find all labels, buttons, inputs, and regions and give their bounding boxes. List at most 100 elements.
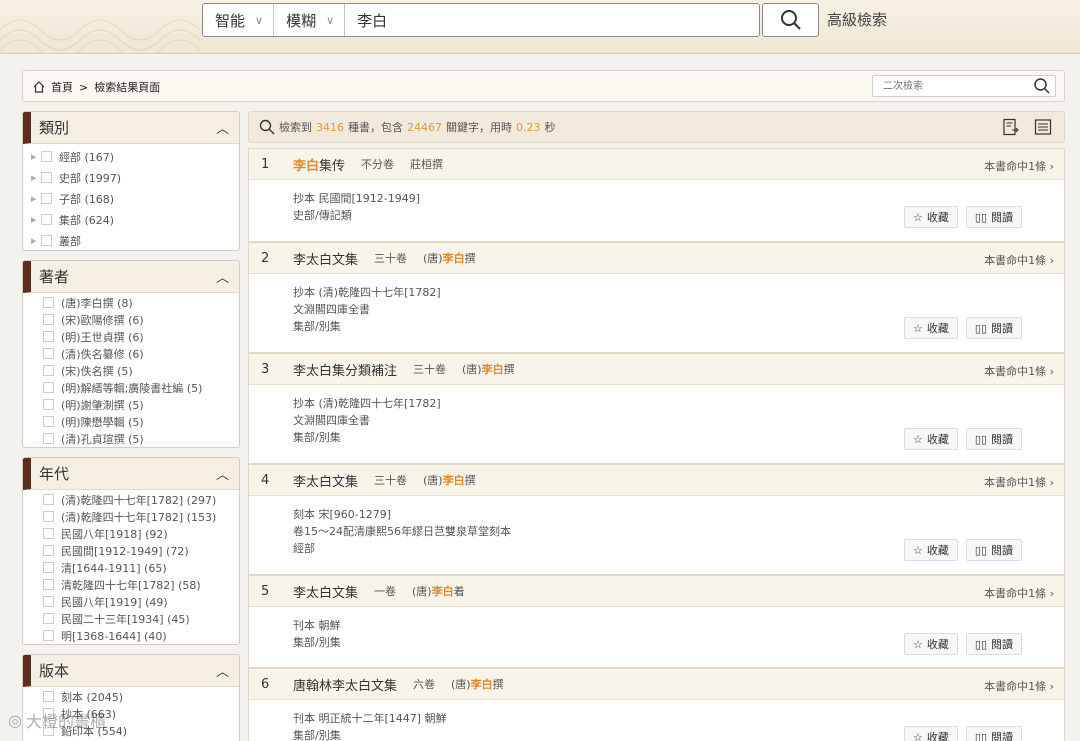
facet-item[interactable]: 刻本 (2045) (23, 688, 239, 705)
result-hits-link[interactable]: 本書命中1條 › (984, 678, 1054, 694)
result-title[interactable]: 李太白文集 (293, 582, 358, 601)
export-icon[interactable] (1002, 118, 1020, 136)
facet-item[interactable]: (清)乾隆四十七年[1782] (297) (23, 491, 239, 508)
checkbox[interactable] (43, 613, 54, 624)
checkbox[interactable] (43, 511, 54, 522)
checkbox[interactable] (43, 630, 54, 641)
facet-item[interactable]: (明)解縉等輯;廣陵書社編 (5) (23, 379, 239, 396)
facet-item[interactable]: ▶ 子部 (168) (23, 190, 239, 207)
watermark: ◎ 大橙的書櫃 (8, 708, 106, 732)
match-mode-select[interactable]: 模糊 ∨ (274, 4, 346, 36)
checkbox[interactable] (43, 528, 54, 539)
facet-item[interactable]: 民國八年[1919] (49) (23, 593, 239, 610)
checkbox[interactable] (43, 562, 54, 573)
facet-item[interactable]: 民國間[1912-1949] (72) (23, 542, 239, 559)
result-hits-link[interactable]: 本書命中1條 › (984, 252, 1054, 268)
checkbox[interactable] (43, 365, 54, 376)
chevron-up-icon[interactable]: ︿ (216, 267, 229, 286)
checkbox[interactable] (43, 331, 54, 342)
facet-item[interactable]: (宋)歐陽修撰 (6) (23, 311, 239, 328)
facet-item[interactable]: (唐)李白撰 (8) (23, 294, 239, 311)
collect-button[interactable]: ☆ 收藏 (904, 206, 958, 228)
read-button[interactable]: ▯▯ 閱讀 (965, 317, 1022, 339)
edition-panel-header[interactable]: 版本 ︿ (23, 655, 239, 687)
expand-arrow-icon[interactable]: ▶ (31, 153, 41, 161)
facet-item[interactable]: (清)乾隆四十七年[1782] (153) (23, 508, 239, 525)
checkbox[interactable] (41, 235, 52, 246)
facet-item[interactable]: 民國二十三年[1934] (45) (23, 610, 239, 627)
book-count: 3416 (316, 120, 344, 134)
result-hits-link[interactable]: 本書命中1條 › (984, 585, 1054, 601)
search-button[interactable] (762, 3, 819, 37)
expand-arrow-icon[interactable]: ▶ (31, 216, 41, 224)
checkbox[interactable] (41, 151, 52, 162)
checkbox[interactable] (41, 172, 52, 183)
facet-item[interactable]: (清)佚名纂修 (6) (23, 345, 239, 362)
chevron-up-icon[interactable]: ︿ (216, 464, 229, 483)
facet-item[interactable]: ▶ 經部 (167) (23, 148, 239, 165)
checkbox[interactable] (41, 193, 52, 204)
facet-item[interactable]: 明[1368-1644] (40) (23, 627, 239, 644)
search-mode-select[interactable]: 智能 ∨ (203, 4, 275, 36)
facet-item[interactable]: ▶ 叢部 (23, 232, 239, 249)
collect-button[interactable]: ☆ 收藏 (904, 317, 958, 339)
facet-item[interactable]: (清)孔貞瑄撰 (5) (23, 430, 239, 447)
checkbox[interactable] (43, 596, 54, 607)
result-title[interactable]: 李太白文集 (293, 249, 358, 268)
collect-button[interactable]: ☆ 收藏 (904, 428, 958, 450)
result-title[interactable]: 李太白集分類補注 (293, 360, 397, 379)
expand-arrow-icon[interactable]: ▶ (31, 174, 41, 182)
result-meta-line: 抄本 民國間[1912-1949] (293, 192, 421, 205)
result-hits-link[interactable]: 本書命中1條 › (984, 158, 1054, 174)
result-title[interactable]: 李白集传 (293, 155, 345, 174)
checkbox[interactable] (43, 416, 54, 427)
facet-item[interactable]: ▶ 史部 (1997) (23, 169, 239, 186)
collect-button[interactable]: ☆ 收藏 (904, 539, 958, 561)
checkbox[interactable] (43, 348, 54, 359)
facet-item[interactable]: (明)陳懋學輯 (5) (23, 413, 239, 430)
secondary-search-input[interactable] (873, 76, 1023, 96)
advanced-search-link[interactable]: 高級檢索 (827, 9, 887, 30)
breadcrumb-home[interactable]: 首頁 (51, 79, 73, 95)
checkbox[interactable] (43, 545, 54, 556)
checkbox[interactable] (43, 399, 54, 410)
era-panel-header[interactable]: 年代 ︿ (23, 458, 239, 490)
checkbox[interactable] (43, 297, 54, 308)
checkbox[interactable] (43, 494, 54, 505)
read-button[interactable]: ▯▯ 閱讀 (965, 539, 1022, 561)
expand-arrow-icon[interactable]: ▶ (31, 237, 41, 245)
star-icon: ☆ (913, 730, 923, 741)
checkbox[interactable] (41, 214, 52, 225)
expand-arrow-icon[interactable]: ▶ (31, 195, 41, 203)
checkbox[interactable] (43, 382, 54, 393)
search-input[interactable] (345, 4, 759, 36)
search-icon[interactable] (1033, 77, 1051, 95)
checkbox[interactable] (43, 433, 54, 444)
read-button[interactable]: ▯▯ 閱讀 (965, 428, 1022, 450)
category-panel-header[interactable]: 類別 ︿ (23, 112, 239, 144)
result-title[interactable]: 唐翰林李太白文集 (293, 675, 397, 694)
facet-item[interactable]: 清乾隆四十七年[1782] (58) (23, 576, 239, 593)
read-button[interactable]: ▯▯ 閱讀 (965, 206, 1022, 228)
chevron-up-icon[interactable]: ︿ (216, 661, 229, 680)
result-hits-link[interactable]: 本書命中1條 › (984, 474, 1054, 490)
facet-item[interactable]: (宋)佚名撰 (5) (23, 362, 239, 379)
checkbox[interactable] (43, 579, 54, 590)
facet-item[interactable]: (明)謝肇淛撰 (5) (23, 396, 239, 413)
chevron-up-icon[interactable]: ︿ (216, 118, 229, 137)
read-button[interactable]: ▯▯ 閱讀 (965, 726, 1022, 741)
facet-item[interactable]: 清[1644-1911] (65) (23, 559, 239, 576)
facet-item[interactable]: 民國八年[1918] (92) (23, 525, 239, 542)
list-view-icon[interactable] (1034, 118, 1052, 136)
facet-item[interactable]: ▶ 集部 (624) (23, 211, 239, 228)
result-title[interactable]: 李太白文集 (293, 471, 358, 490)
facet-label: (明)解縉等輯;廣陵書社編 (5) (61, 381, 203, 395)
collect-button[interactable]: ☆ 收藏 (904, 726, 958, 741)
author-panel-header[interactable]: 著者 ︿ (23, 261, 239, 293)
checkbox[interactable] (43, 314, 54, 325)
read-button[interactable]: ▯▯ 閱讀 (965, 633, 1022, 655)
checkbox[interactable] (43, 691, 54, 702)
facet-item[interactable]: (明)王世貞撰 (6) (23, 328, 239, 345)
result-hits-link[interactable]: 本書命中1條 › (984, 363, 1054, 379)
collect-button[interactable]: ☆ 收藏 (904, 633, 958, 655)
